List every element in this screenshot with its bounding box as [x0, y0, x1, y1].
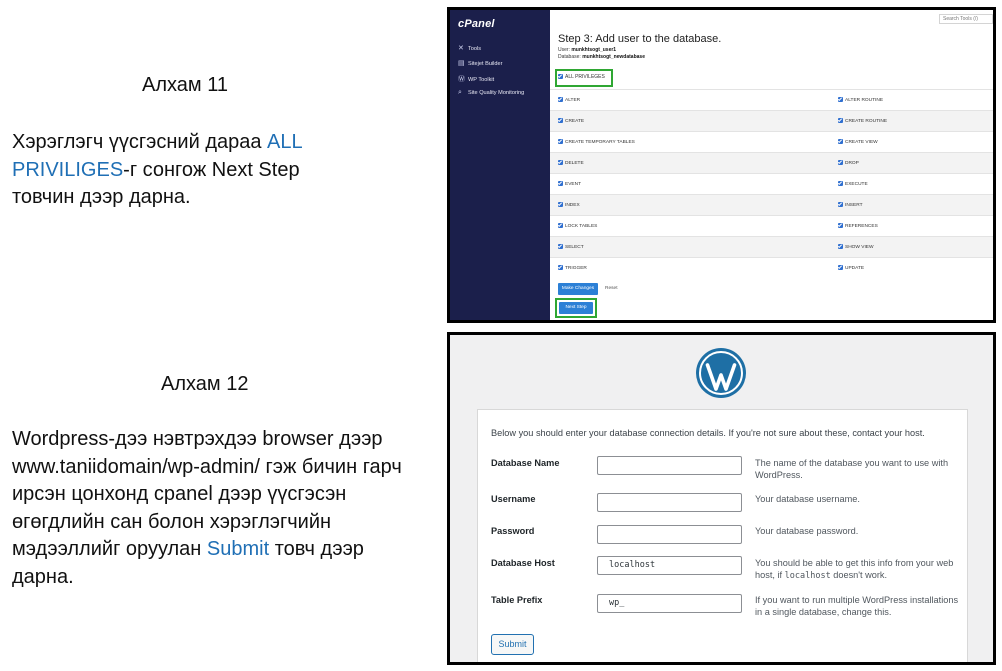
form-intro: Below you should enter your database con… — [491, 428, 925, 438]
checkbox-checked-icon — [838, 118, 843, 123]
privilege-checkbox[interactable]: CREATE VIEW — [838, 139, 878, 145]
wordpress-logo-icon — [696, 348, 746, 398]
sidebar-item-wp-toolkit[interactable]: Ⓦ WP Toolkit — [458, 74, 494, 84]
step-11-text-before: Хэрэглэгч үүсгэсний дараа — [12, 131, 268, 153]
privilege-checkbox[interactable]: INSERT — [838, 202, 863, 208]
privilege-row: CREATE TEMPORARY TABLES CREATE VIEW — [550, 131, 993, 153]
checkbox-checked-icon — [558, 223, 563, 228]
submit-button[interactable]: Submit — [491, 634, 534, 655]
username-input[interactable] — [597, 493, 742, 512]
privilege-row: EVENT EXECUTE — [550, 173, 993, 195]
database-name-help: The name of the database you want to use… — [755, 458, 949, 480]
privilege-checkbox[interactable]: EXECUTE — [838, 181, 868, 187]
make-changes-button[interactable]: Make Changes — [558, 283, 598, 295]
cpanel-main: Search Tools (/) Step 3: Add user to the… — [550, 10, 993, 320]
privilege-checkbox[interactable]: REFERENCES — [838, 223, 878, 229]
privilege-checkbox[interactable]: ALTER — [558, 97, 580, 103]
privilege-checkbox[interactable]: SELECT — [558, 244, 584, 250]
database-setup-form: Below you should enter your database con… — [477, 409, 968, 662]
privilege-checkbox[interactable]: SHOW VIEW — [838, 244, 874, 250]
user-meta: User: munkhtsogt_user1 — [558, 47, 617, 53]
privilege-row: TRIGGER UPDATE — [550, 257, 993, 279]
page-title: Step 3: Add user to the database. — [558, 33, 722, 45]
privilege-row: DELETE DROP — [550, 152, 993, 174]
search-tools-input[interactable]: Search Tools (/) — [939, 14, 993, 24]
cpanel-sidebar: cPanel ✕ Tools ▤ Sitejet Builder Ⓦ WP Toolk… — [450, 10, 550, 320]
table-prefix-input[interactable]: wp_ — [597, 594, 742, 613]
checkbox-checked-icon — [838, 160, 843, 165]
wordpress-screenshot: Below you should enter your database con… — [447, 332, 996, 665]
checkbox-checked-icon — [558, 181, 563, 186]
privilege-checkbox[interactable]: LOCK TABLES — [558, 223, 597, 229]
step-12-text: Wordpress-дээ нэвтрэхдээ browser дээр ww… — [12, 426, 420, 591]
checkbox-checked-icon — [558, 118, 563, 123]
wordpress-icon: Ⓦ — [458, 76, 465, 83]
checkbox-checked-icon — [838, 265, 843, 270]
privilege-row: CREATE CREATE ROUTINE — [550, 110, 993, 132]
checkbox-checked-icon — [838, 139, 843, 144]
reset-button[interactable]: Reset — [605, 286, 618, 291]
checkbox-checked-icon — [558, 74, 563, 80]
privilege-row: INDEX INSERT — [550, 194, 993, 216]
password-input[interactable] — [597, 525, 742, 544]
sidebar-item-tools[interactable]: ✕ Tools — [458, 44, 481, 52]
privilege-checkbox[interactable]: DROP — [838, 160, 859, 166]
table-prefix-help: If you want to run multiple WordPress in… — [755, 595, 959, 617]
checkbox-checked-icon — [558, 265, 563, 270]
checkbox-checked-icon — [838, 202, 843, 207]
password-label: Password — [491, 526, 535, 536]
privilege-row: LOCK TABLES REFERENCES — [550, 215, 993, 237]
search-icon: ⌕ — [458, 89, 462, 96]
password-help: Your database password. — [755, 526, 859, 536]
privilege-checkbox[interactable]: EVENT — [558, 181, 581, 187]
database-name-input[interactable] — [597, 456, 742, 475]
database-host-label: Database Host — [491, 558, 555, 568]
privilege-checkbox[interactable]: CREATE — [558, 118, 584, 124]
step-12-highlight: Submit — [206, 538, 270, 560]
checkbox-checked-icon — [838, 223, 843, 228]
privilege-row: ALTER ALTER ROUTINE — [550, 89, 993, 111]
username-help: Your database username. — [755, 494, 860, 504]
tools-icon: ✕ — [458, 45, 464, 52]
next-step-button[interactable]: Next Step — [559, 302, 593, 314]
checkbox-checked-icon — [558, 139, 563, 144]
cpanel-screenshot: cPanel ✕ Tools ▤ Sitejet Builder Ⓦ WP Toolk… — [447, 7, 996, 323]
privilege-checkbox[interactable]: CREATE ROUTINE — [838, 118, 887, 124]
privilege-checkbox[interactable]: UPDATE — [838, 265, 864, 271]
database-name-label: Database Name — [491, 458, 560, 468]
privilege-checkbox[interactable]: TRIGGER — [558, 265, 587, 271]
privilege-checkbox[interactable]: ALTER ROUTINE — [838, 97, 883, 103]
checkbox-checked-icon — [558, 244, 563, 249]
checkbox-checked-icon — [558, 97, 563, 102]
step-11-text: Хэрэглэгч үүсгэсний дараа ALL PRIVILIGES… — [12, 129, 357, 212]
database-host-help: You should be able to get this info from… — [755, 558, 954, 581]
sitejet-icon: ▤ — [458, 60, 465, 67]
checkbox-checked-icon — [838, 97, 843, 102]
sidebar-item-site-quality[interactable]: ⌕ Site Quality Monitoring — [458, 89, 524, 97]
privilege-checkbox[interactable]: CREATE TEMPORARY TABLES — [558, 139, 635, 145]
checkbox-checked-icon — [558, 160, 563, 165]
checkbox-checked-icon — [558, 202, 563, 207]
database-host-input[interactable]: localhost — [597, 556, 742, 575]
username-label: Username — [491, 494, 536, 504]
all-privileges-checkbox[interactable]: ALL PRIVILEGES — [558, 74, 605, 80]
database-meta: Database: munkhtsogt_newdatabase — [558, 54, 645, 60]
sidebar-item-sitejet[interactable]: ▤ Sitejet Builder — [458, 59, 503, 67]
step-11-title: Алхам 11 — [142, 74, 228, 96]
privilege-checkbox[interactable]: DELETE — [558, 160, 584, 166]
cpanel-logo: cPanel — [458, 18, 495, 30]
table-prefix-label: Table Prefix — [491, 595, 543, 605]
checkbox-checked-icon — [838, 244, 843, 249]
checkbox-checked-icon — [838, 181, 843, 186]
privilege-row: SELECT SHOW VIEW — [550, 236, 993, 258]
step-12-title: Алхам 12 — [161, 373, 249, 395]
privilege-checkbox[interactable]: INDEX — [558, 202, 580, 208]
